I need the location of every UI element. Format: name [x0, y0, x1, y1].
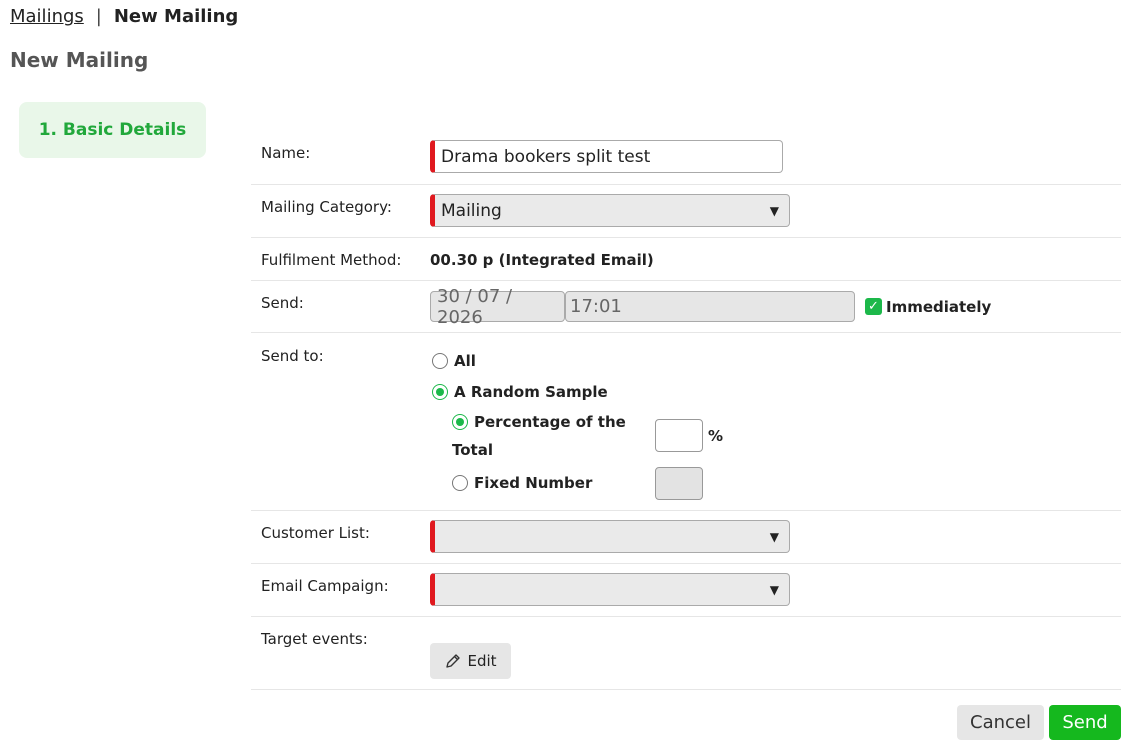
percentage-input[interactable] [655, 419, 703, 452]
fixed-number-input[interactable] [655, 467, 703, 500]
radio-random-circle[interactable] [432, 384, 448, 400]
page-title: New Mailing [10, 48, 149, 72]
immediately-toggle[interactable]: ✓ Immediately [865, 298, 991, 316]
send-date-value: 30 / 07 / 2026 [437, 285, 513, 328]
immediately-label: Immediately [886, 297, 992, 316]
fulfilment-value: 00.30 p (Integrated Email) [430, 251, 654, 269]
breadcrumb-mailings-link[interactable]: Mailings [10, 6, 84, 27]
radio-fixed-number[interactable]: Fixed Number [452, 474, 592, 492]
radio-all-label: All [454, 352, 476, 370]
fulfilment-label: Fulfilment Method: [261, 251, 402, 269]
name-input[interactable]: Drama bookers split test [430, 140, 783, 173]
radio-percentage-circle[interactable] [452, 414, 468, 430]
name-value: Drama bookers split test [441, 146, 651, 167]
send-button[interactable]: Send [1049, 705, 1121, 740]
send-datetime: 30 / 07 / 2026 17:01 ✓ Immediately [430, 286, 991, 328]
check-icon[interactable]: ✓ [865, 298, 882, 315]
chevron-down-icon: ▼ [769, 582, 779, 597]
step-basic-details[interactable]: 1. Basic Details [19, 102, 206, 158]
name-label: Name: [261, 144, 311, 162]
category-select[interactable]: Mailing ▼ [430, 194, 790, 227]
customer-list-select[interactable]: ▼ [430, 520, 790, 553]
fulfilment-row: Fulfilment Method: 00.30 p (Integrated E… [251, 238, 1121, 281]
target-events-row: Target events: Edit [251, 617, 1121, 690]
send-to-row: Send to: All A Random Sample Percentage … [251, 333, 1121, 511]
pencil-icon [446, 654, 461, 668]
radio-percentage[interactable]: Percentage of the [452, 413, 626, 431]
send-label: Send: [261, 294, 304, 312]
send-row: Send: 30 / 07 / 2026 17:01 ✓ Immediately [251, 281, 1121, 333]
send-to-label: Send to: [261, 347, 324, 365]
send-date-input[interactable]: 30 / 07 / 2026 [430, 286, 565, 328]
category-label: Mailing Category: [261, 198, 392, 216]
mailing-form: Name: Drama bookers split test Mailing C… [251, 131, 1121, 690]
chevron-down-icon: ▼ [769, 203, 779, 218]
percentage-field: % [655, 419, 723, 452]
radio-fixed-label: Fixed Number [474, 474, 593, 492]
radio-random-sample[interactable]: A Random Sample [432, 383, 608, 401]
send-time-value: 17:01 [570, 296, 622, 317]
percent-sign: % [708, 426, 724, 445]
breadcrumb-separator: | [95, 6, 102, 27]
radio-percentage-label-line1: Percentage of the [474, 413, 626, 431]
customer-list-row: Customer List: ▼ [251, 511, 1121, 564]
chevron-down-icon: ▼ [769, 529, 779, 544]
cancel-button[interactable]: Cancel [957, 705, 1044, 740]
breadcrumb: Mailings | New Mailing [10, 6, 238, 27]
radio-all[interactable]: All [432, 352, 476, 370]
email-campaign-row: Email Campaign: ▼ [251, 564, 1121, 617]
step-label: 1. Basic Details [38, 120, 187, 140]
breadcrumb-current: New Mailing [113, 6, 239, 27]
edit-label: Edit [467, 652, 497, 670]
edit-target-events-button[interactable]: Edit [430, 643, 511, 679]
radio-random-label: A Random Sample [454, 383, 608, 401]
target-events-label: Target events: [261, 630, 368, 648]
email-campaign-label: Email Campaign: [261, 577, 389, 595]
send-time-input[interactable]: 17:01 [565, 291, 855, 322]
name-row: Name: Drama bookers split test [251, 131, 1121, 185]
category-row: Mailing Category: Mailing ▼ [251, 185, 1121, 238]
category-value: Mailing [441, 200, 502, 221]
email-campaign-select[interactable]: ▼ [430, 573, 790, 606]
radio-percentage-label-line2: Total [452, 441, 493, 459]
radio-all-circle[interactable] [432, 353, 448, 369]
radio-fixed-circle[interactable] [452, 475, 468, 491]
customer-list-label: Customer List: [261, 524, 370, 542]
